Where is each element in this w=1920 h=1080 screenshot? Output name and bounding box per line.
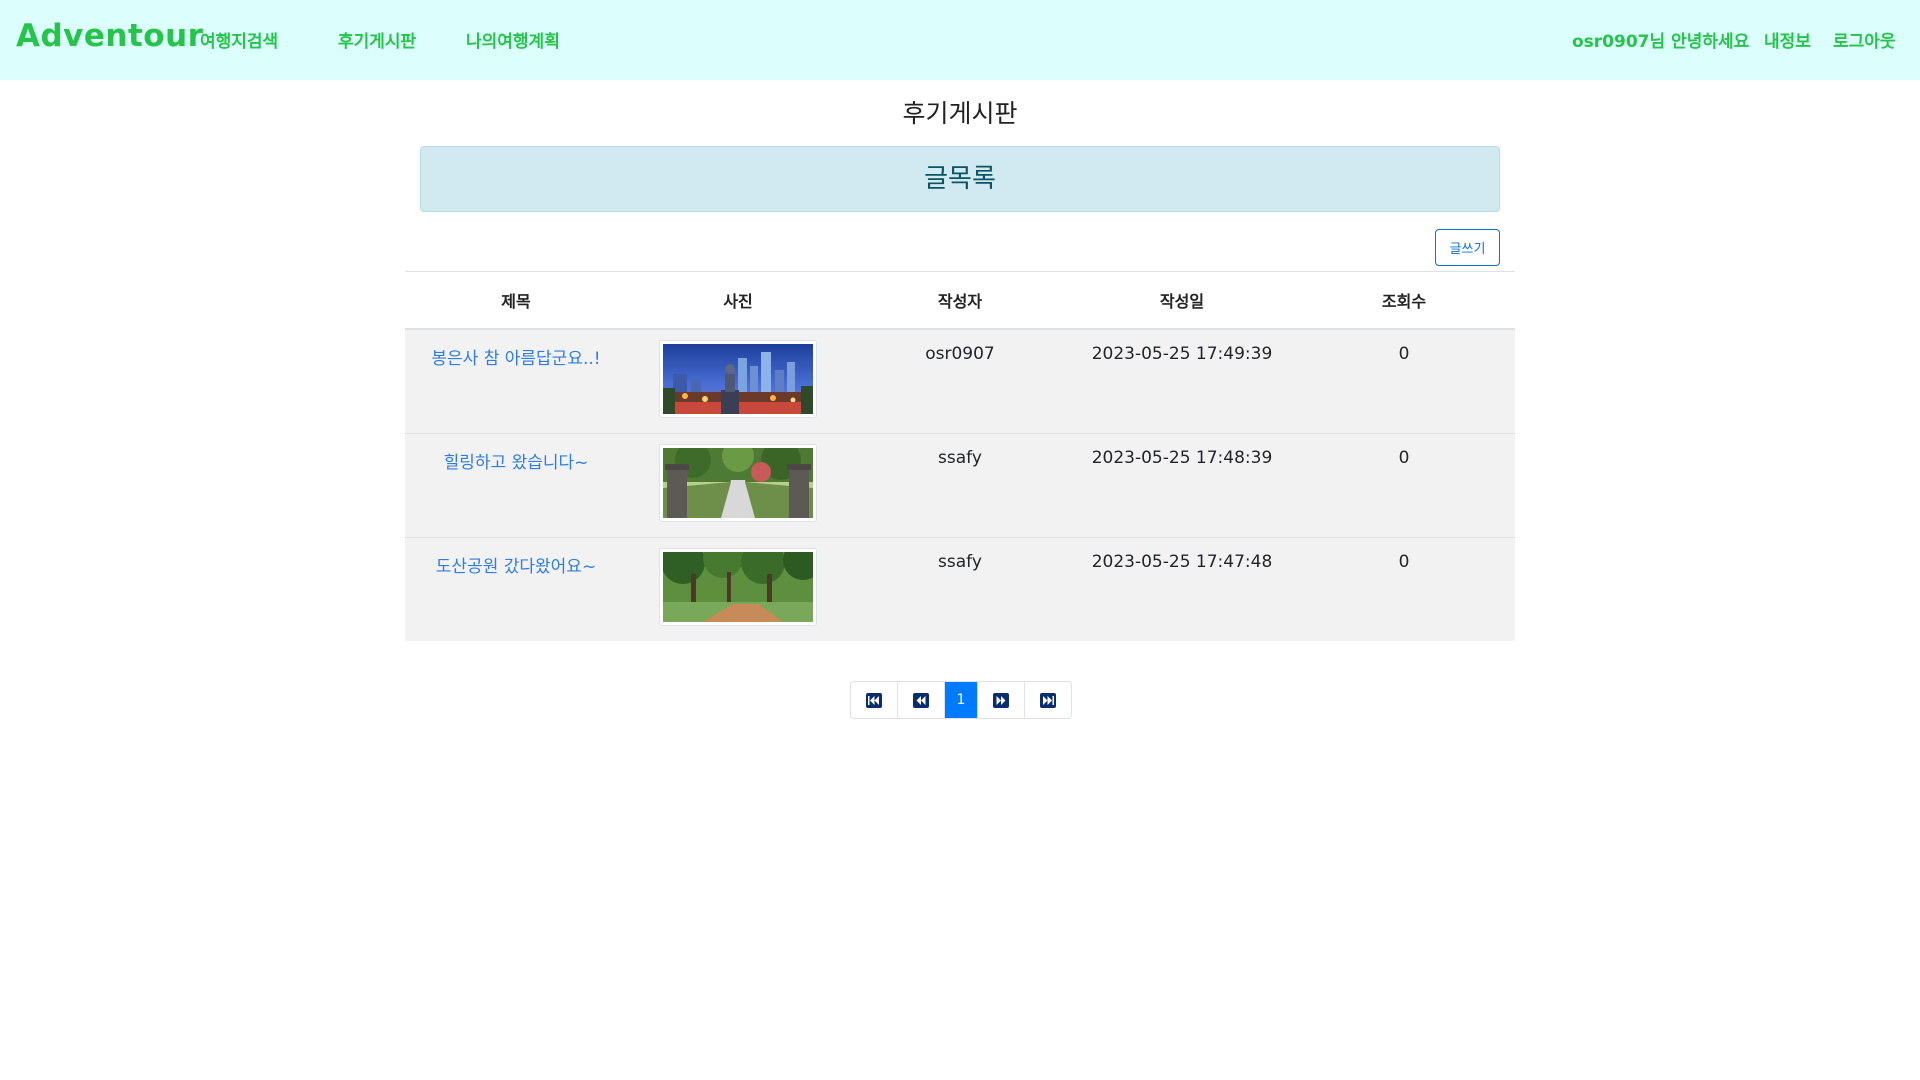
post-date-cell: 2023-05-25 17:48:39: [1071, 432, 1293, 537]
table-row: 도산공원 갔다왔어요~ ssafy 2023-05-25 17:47:48 0: [405, 536, 1515, 641]
post-title-link[interactable]: 도산공원 갔다왔어요~: [436, 557, 596, 577]
table-header-row: 제목 사진 작성자 작성일 조회수: [405, 271, 1515, 330]
post-author-cell: osr0907: [849, 328, 1071, 433]
post-photo-cell: [627, 536, 849, 641]
column-header-photo: 사진: [627, 271, 849, 330]
park-path-stone-gate-image: [663, 447, 813, 518]
list-banner: 글목록: [420, 146, 1500, 212]
page-title: 후기게시판: [902, 99, 1018, 128]
column-header-title: 제목: [405, 271, 627, 330]
page-number-button[interactable]: 1: [945, 682, 978, 718]
column-header-date: 작성일: [1071, 271, 1293, 330]
post-author-cell: ssafy: [849, 432, 1071, 537]
nav-link-destination-search[interactable]: 여행지검색: [200, 27, 278, 52]
last-page-icon: [1040, 692, 1056, 708]
write-post-button[interactable]: 글쓰기: [1435, 229, 1500, 266]
next-page-icon: [993, 692, 1009, 708]
pagination: 1: [850, 681, 1072, 719]
post-photo-cell: [627, 432, 849, 537]
top-navbar: Adventour 여행지검색 후기게시판 나의여행계획 osr0907님 안녕…: [0, 0, 1920, 80]
post-date-cell: 2023-05-25 17:49:39: [1071, 328, 1293, 433]
user-greeting[interactable]: osr0907님 안녕하세요: [1572, 27, 1749, 52]
review-table: 제목 사진 작성자 작성일 조회수 봉은사 참 아름답군요..! osr0907…: [405, 271, 1515, 641]
prev-page-icon: [913, 692, 929, 708]
post-views-cell: 0: [1293, 328, 1515, 433]
post-title-cell: 힐링하고 왔습니다~: [405, 432, 627, 537]
nav-link-review-board[interactable]: 후기게시판: [338, 27, 416, 52]
nav-link-my-trip-plan[interactable]: 나의여행계획: [466, 27, 560, 52]
post-title-cell: 봉은사 참 아름답군요..!: [405, 328, 627, 433]
post-title-cell: 도산공원 갔다왔어요~: [405, 536, 627, 641]
my-info-link[interactable]: 내정보: [1764, 27, 1811, 52]
table-row: 봉은사 참 아름답군요..! osr0907 2023-05-25 17:49:…: [405, 328, 1515, 433]
post-date-cell: 2023-05-25 17:47:48: [1071, 536, 1293, 641]
post-views-cell: 0: [1293, 432, 1515, 537]
column-header-author: 작성자: [849, 271, 1071, 330]
column-header-views: 조회수: [1293, 271, 1515, 330]
post-title-link[interactable]: 힐링하고 왔습니다~: [444, 453, 589, 473]
post-thumbnail[interactable]: [659, 340, 817, 418]
first-page-button[interactable]: [851, 682, 898, 718]
brand-logo[interactable]: Adventour: [16, 18, 203, 54]
post-title-link[interactable]: 봉은사 참 아름답군요..!: [431, 349, 600, 369]
post-author-cell: ssafy: [849, 536, 1071, 641]
first-page-icon: [866, 692, 882, 708]
post-thumbnail[interactable]: [659, 443, 817, 522]
prev-page-button[interactable]: [898, 682, 945, 718]
park-trees-walkway-image: [663, 551, 813, 622]
table-row: 힐링하고 왔습니다~ ssafy 2023-05-25 17:48:39 0: [405, 432, 1515, 537]
logout-link[interactable]: 로그아웃: [1833, 27, 1896, 52]
post-thumbnail[interactable]: [659, 547, 817, 626]
post-views-cell: 0: [1293, 536, 1515, 641]
next-page-button[interactable]: [978, 682, 1025, 718]
last-page-button[interactable]: [1025, 682, 1071, 718]
temple-night-cityscape-image: [663, 344, 813, 414]
post-photo-cell: [627, 328, 849, 433]
